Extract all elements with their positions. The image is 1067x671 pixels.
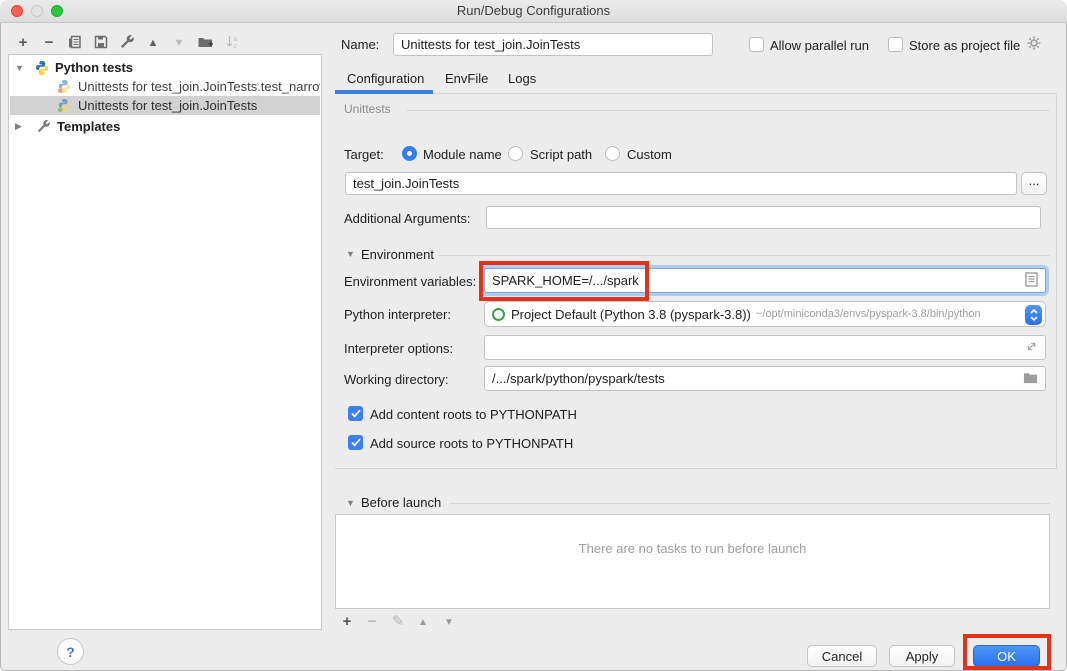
before-launch-group-line bbox=[450, 503, 1050, 504]
python-test-icon bbox=[57, 79, 73, 95]
target-label: Target: bbox=[344, 147, 384, 162]
working-directory-value: /.../spark/python/pyspark/tests bbox=[492, 371, 665, 386]
help-button[interactable]: ? bbox=[57, 638, 84, 665]
additional-arguments-input[interactable] bbox=[486, 206, 1041, 229]
help-icon: ? bbox=[66, 644, 75, 660]
environment-collapse-icon[interactable]: ▼ bbox=[346, 249, 355, 259]
active-tab-underline bbox=[335, 90, 433, 94]
add-task-icon[interactable]: + bbox=[338, 612, 356, 630]
python-test-icon bbox=[57, 98, 73, 114]
remove-icon[interactable]: − bbox=[40, 33, 58, 51]
add-source-roots-checkbox[interactable] bbox=[348, 435, 363, 450]
tree-item-python-tests[interactable]: ▼ Python tests bbox=[10, 58, 320, 77]
browse-button[interactable]: ... bbox=[1021, 172, 1047, 195]
chevron-down-icon[interactable]: ▼ bbox=[15, 63, 27, 73]
chevron-right-icon[interactable]: ▶ bbox=[15, 121, 27, 132]
python-interpreter-select[interactable]: Project Default (Python 3.8 (pyspark-3.8… bbox=[484, 301, 1046, 327]
python-icon bbox=[34, 60, 50, 76]
title-bar: Run/Debug Configurations bbox=[0, 0, 1067, 23]
environment-group-line bbox=[438, 255, 1050, 256]
tab-divider bbox=[433, 93, 1057, 94]
move-down-icon[interactable]: ▼ bbox=[170, 34, 188, 52]
environment-variables-value: SPARK_HOME=/.../spark bbox=[492, 273, 639, 288]
configurations-tree-panel: ▼ Python tests Unittests for test_join.J… bbox=[8, 54, 322, 630]
before-launch-collapse-icon[interactable]: ▼ bbox=[346, 498, 355, 508]
radio-script-path[interactable] bbox=[508, 146, 523, 161]
allow-parallel-run-checkbox[interactable] bbox=[749, 37, 764, 52]
interpreter-options-label: Interpreter options: bbox=[344, 341, 453, 356]
add-icon[interactable]: + bbox=[14, 33, 32, 51]
add-source-roots-label: Add source roots to PYTHONPATH bbox=[370, 436, 573, 451]
python-interpreter-value: Project Default (Python 3.8 (pyspark-3.8… bbox=[511, 307, 751, 322]
add-content-roots-label: Add content roots to PYTHONPATH bbox=[370, 407, 577, 422]
gear-icon[interactable] bbox=[1026, 35, 1042, 54]
unittests-group-line bbox=[406, 110, 1050, 111]
radio-custom-label: Custom bbox=[627, 147, 672, 162]
move-task-up-icon[interactable]: ▲ bbox=[414, 613, 432, 631]
config-panel-right-edge bbox=[1056, 95, 1057, 469]
move-task-down-icon[interactable]: ▼ bbox=[440, 613, 458, 631]
tree-item-unittests-test-narrow[interactable]: Unittests for test_join.JoinTests.test_n… bbox=[10, 77, 320, 96]
environment-group-label[interactable]: Environment bbox=[361, 247, 434, 262]
apply-button[interactable]: Apply bbox=[889, 645, 955, 667]
new-folder-icon[interactable] bbox=[196, 33, 214, 51]
module-name-input[interactable] bbox=[345, 172, 1017, 195]
name-input[interactable] bbox=[393, 33, 713, 56]
python-interpreter-label: Python interpreter: bbox=[344, 307, 451, 322]
tab-configuration[interactable]: Configuration bbox=[347, 71, 424, 86]
add-content-roots-checkbox[interactable] bbox=[348, 406, 363, 421]
additional-arguments-label: Additional Arguments: bbox=[344, 211, 470, 226]
remove-task-icon[interactable]: − bbox=[363, 612, 381, 630]
radio-module-name[interactable] bbox=[402, 146, 417, 161]
tree-item-templates[interactable]: ▶ Templates bbox=[10, 117, 320, 136]
tree-item-label: Unittests for test_join.JoinTests bbox=[78, 98, 257, 113]
run-debug-configurations-dialog: Run/Debug Configurations + − ▲ ▼ az ▼ Py… bbox=[0, 0, 1067, 671]
sort-alphabetically-icon[interactable]: az bbox=[224, 33, 242, 51]
tab-envfile[interactable]: EnvFile bbox=[445, 71, 488, 86]
tree-item-label: Templates bbox=[57, 119, 120, 134]
edit-task-pencil-icon[interactable]: ✎ bbox=[389, 612, 407, 630]
store-as-project-file-checkbox[interactable] bbox=[888, 37, 903, 52]
dropdown-spinner-icon[interactable] bbox=[1025, 305, 1042, 325]
before-launch-tasks-panel: There are no tasks to run before launch bbox=[335, 514, 1050, 609]
interpreter-options-input[interactable] bbox=[484, 335, 1046, 360]
radio-script-path-label: Script path bbox=[530, 147, 592, 162]
window-title: Run/Debug Configurations bbox=[0, 3, 1067, 18]
tree-item-unittests-jointests-selected[interactable]: Unittests for test_join.JoinTests bbox=[10, 96, 320, 115]
radio-custom[interactable] bbox=[605, 146, 620, 161]
svg-text:a: a bbox=[234, 36, 238, 43]
config-panel-bottom-line bbox=[335, 468, 1057, 469]
wrench-icon bbox=[36, 119, 52, 135]
no-tasks-message: There are no tasks to run before launch bbox=[579, 541, 807, 556]
working-directory-label: Working directory: bbox=[344, 372, 449, 387]
copy-icon[interactable] bbox=[66, 33, 84, 51]
tree-item-label: Unittests for test_join.JoinTests.test_n… bbox=[78, 79, 320, 94]
folder-browse-icon[interactable] bbox=[1023, 371, 1038, 387]
conda-environment-icon bbox=[492, 308, 505, 321]
environment-variables-label: Environment variables: bbox=[344, 274, 476, 289]
before-launch-group-label[interactable]: Before launch bbox=[361, 495, 441, 510]
browse-env-vars-icon[interactable] bbox=[1025, 272, 1038, 290]
python-interpreter-path: ~/opt/miniconda3/envs/pyspark-3.8/bin/py… bbox=[756, 308, 981, 320]
tree-item-label: Python tests bbox=[55, 60, 133, 75]
save-icon[interactable] bbox=[92, 33, 110, 51]
allow-parallel-run-label: Allow parallel run bbox=[770, 38, 869, 53]
radio-module-name-label: Module name bbox=[423, 147, 502, 162]
unittests-group-label: Unittests bbox=[344, 102, 391, 116]
ok-button[interactable]: OK bbox=[973, 645, 1040, 667]
edit-templates-wrench-icon[interactable] bbox=[118, 33, 136, 51]
name-label: Name: bbox=[341, 37, 379, 52]
expand-field-icon[interactable] bbox=[1025, 340, 1038, 356]
svg-text:z: z bbox=[234, 43, 237, 50]
environment-variables-input[interactable]: SPARK_HOME=/.../spark bbox=[484, 268, 1046, 293]
ellipsis-icon: ... bbox=[1029, 173, 1040, 188]
tab-logs[interactable]: Logs bbox=[508, 71, 536, 86]
move-up-icon[interactable]: ▲ bbox=[144, 34, 162, 52]
store-as-project-file-label: Store as project file bbox=[909, 38, 1020, 53]
cancel-button[interactable]: Cancel bbox=[807, 645, 877, 667]
working-directory-input[interactable]: /.../spark/python/pyspark/tests bbox=[484, 366, 1046, 391]
